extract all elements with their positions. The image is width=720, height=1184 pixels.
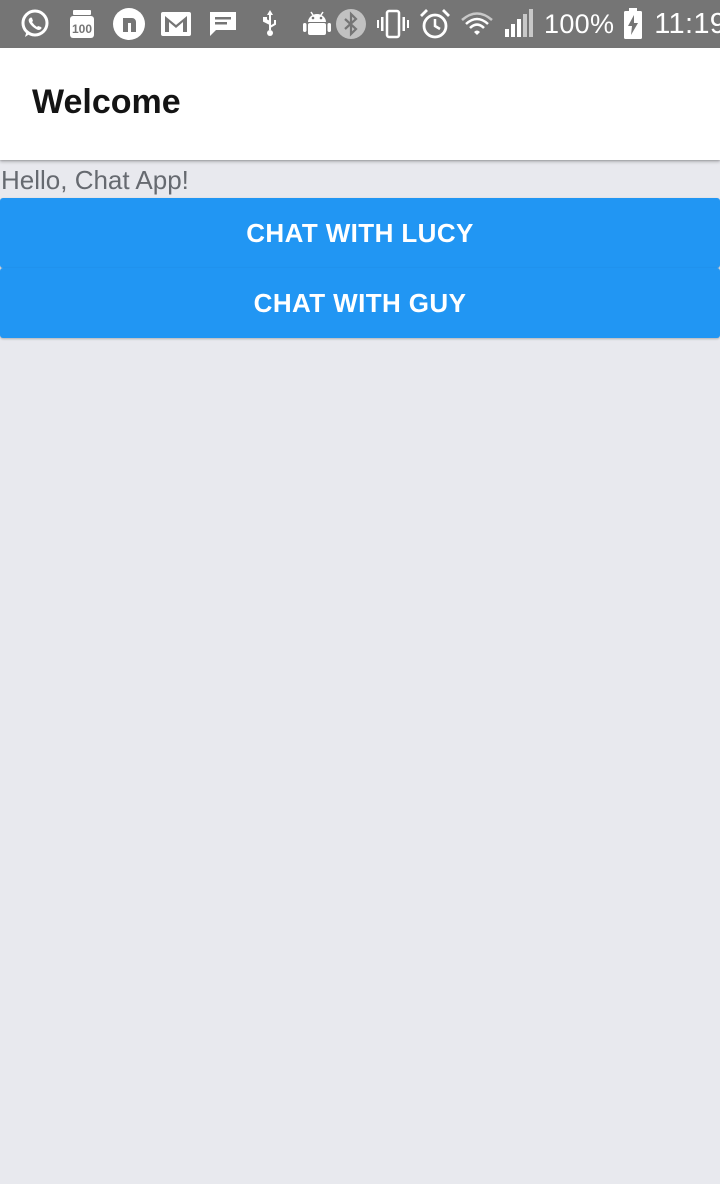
status-bar: 100 100% 11:19 bbox=[0, 0, 720, 48]
clock: 11:19 bbox=[654, 7, 720, 40]
greeting-text: Hello, Chat App! bbox=[1, 165, 189, 195]
main-content: Hello, Chat App! CHAT WITH LUCY CHAT WIT… bbox=[0, 160, 720, 338]
whatsapp-icon bbox=[18, 7, 52, 41]
svg-text:100: 100 bbox=[72, 22, 92, 36]
usb-icon bbox=[253, 7, 287, 41]
wifi-icon bbox=[460, 7, 494, 41]
circle-app-icon bbox=[112, 7, 146, 41]
android-debug-icon bbox=[300, 7, 334, 41]
page-title: Welcome bbox=[32, 82, 181, 121]
app-bar: Welcome bbox=[0, 48, 720, 160]
battery-percentage: 100% bbox=[544, 8, 615, 39]
battery-charging-icon bbox=[622, 7, 644, 41]
vibrate-icon bbox=[376, 7, 410, 41]
system-icons: 100% 11:19 bbox=[334, 7, 720, 41]
chat-with-lucy-button[interactable]: CHAT WITH LUCY bbox=[0, 198, 720, 268]
message-icon bbox=[206, 7, 240, 41]
alarm-icon bbox=[418, 7, 452, 41]
chat-with-guy-button[interactable]: CHAT WITH GUY bbox=[0, 268, 720, 338]
cell-signal-icon bbox=[502, 7, 536, 41]
notification-icons: 100 bbox=[18, 7, 334, 41]
badge-100-icon: 100 bbox=[65, 7, 99, 41]
gmail-icon bbox=[159, 7, 193, 41]
bluetooth-icon bbox=[334, 7, 368, 41]
